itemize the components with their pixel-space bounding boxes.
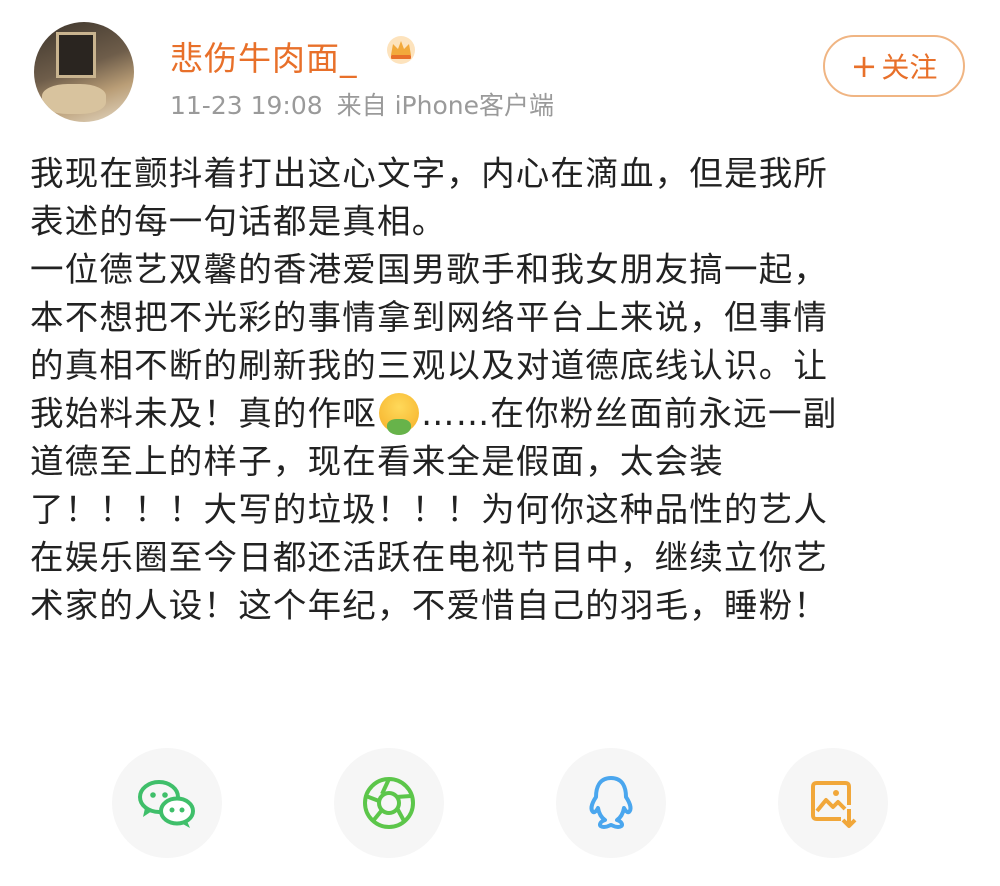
wechat-icon [138,780,195,828]
save-image-icon [811,781,857,828]
vomit-emoji-icon [379,393,419,435]
plus-icon: + [850,47,878,85]
post-meta: 11-23 19:08 来自 iPhone客户端 [170,86,568,122]
avatar-photo-frame [56,32,96,78]
save-image-button[interactable] [778,748,888,858]
avatar-photo-object [42,84,106,114]
avatar[interactable] [34,22,134,122]
share-wechat-button[interactable] [112,748,222,858]
crown-icon [384,34,418,66]
post-body: 我现在颤抖着打出这心文字，内心在滴血，但是我所 表述的每一句话都是真相。 一位德… [30,150,980,630]
post-timestamp: 11-23 19:08 [170,91,323,120]
share-qq-button[interactable] [556,748,666,858]
post-text: 我现在颤抖着打出这心文字，内心在滴血，但是我所 表述的每一句话都是真相。 一位德… [30,150,980,630]
moments-icon [363,777,415,829]
share-bar [0,748,1000,858]
qq-icon [589,776,633,829]
follow-label: 关注 [881,51,938,84]
post-source: 来自 iPhone客户端 [336,91,554,120]
follow-button[interactable]: + 关注 [823,35,965,97]
username[interactable]: 悲伤牛肉面_ [170,32,358,80]
post-header: 悲伤牛肉面_ 11-23 19:08 来自 iPhone客户端 + 关注 [0,0,1000,130]
share-moments-button[interactable] [334,748,444,858]
post-text-part-1: 我现在颤抖着打出这心文字，内心在滴血，但是我所 表述的每一句话都是真相。 一位德… [30,154,829,433]
